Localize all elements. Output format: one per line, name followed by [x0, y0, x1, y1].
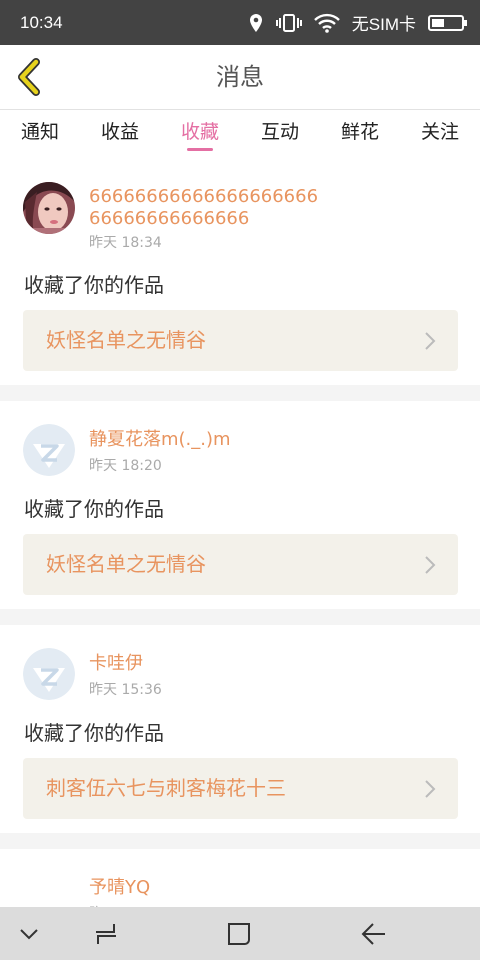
battery-icon	[428, 14, 468, 32]
page-title: 消息	[216, 63, 264, 91]
recent-apps-icon	[96, 923, 116, 944]
chevron-right-icon	[425, 780, 436, 798]
back-nav-icon	[361, 922, 385, 945]
tab-follows[interactable]: 关注	[400, 110, 480, 166]
tab-flowers[interactable]: 鲜花	[320, 110, 400, 166]
timestamp: 昨天 18:34	[89, 235, 162, 251]
tab-favorites[interactable]: 收藏	[160, 110, 240, 166]
status-bar: 10:34 无SIM卡	[0, 0, 480, 45]
action-text: 收藏了你的作品	[24, 497, 164, 521]
avatar[interactable]	[23, 648, 75, 700]
list-item: 卡哇伊 昨天 15:36 收藏了你的作品 刺客伍六七与刺客梅花十三	[0, 625, 480, 833]
tab-label: 互动	[260, 121, 299, 143]
tab-label: 鲜花	[340, 121, 379, 143]
default-avatar-icon	[23, 424, 75, 476]
timestamp: 昨天 18:20	[89, 458, 162, 474]
user-name[interactable]: 6666666666666666666666666666666666	[89, 186, 329, 230]
work-link[interactable]: 刺客伍六七与刺客梅花十三	[23, 758, 458, 819]
timestamp: 昨天 15:36	[89, 682, 162, 698]
tab-label: 关注	[420, 121, 459, 143]
home-button[interactable]	[214, 907, 264, 960]
screen: 10:34 无SIM卡 消息 通知 收益 收藏 互动 鲜花 关注 6666666…	[0, 0, 480, 960]
list-item: 6666666666666666666666666666666666 昨天 18…	[0, 166, 480, 385]
status-icons: 无SIM卡	[248, 10, 468, 35]
user-photo-avatar	[23, 182, 75, 234]
recent-apps-button[interactable]	[81, 907, 131, 960]
tab-label: 收藏	[180, 121, 219, 143]
tab-label: 通知	[20, 121, 59, 143]
vibrate-icon	[275, 13, 302, 33]
tab-notifications[interactable]: 通知	[0, 110, 80, 166]
work-title: 妖怪名单之无情谷	[46, 552, 206, 576]
list-item: 静夏花落m(._.)m 昨天 18:20 收藏了你的作品 妖怪名单之无情谷	[0, 401, 480, 609]
home-icon	[228, 922, 250, 945]
avatar[interactable]	[23, 424, 75, 476]
back-nav-button[interactable]	[348, 907, 398, 960]
action-text: 收藏了你的作品	[24, 721, 164, 745]
tab-interactions[interactable]: 互动	[240, 110, 320, 166]
system-nav-bar	[0, 907, 480, 960]
work-title: 妖怪名单之无情谷	[46, 328, 206, 352]
work-link[interactable]: 妖怪名单之无情谷	[23, 310, 458, 371]
tab-earnings[interactable]: 收益	[80, 110, 160, 166]
location-icon	[248, 13, 264, 33]
chevron-right-icon	[425, 332, 436, 350]
avatar[interactable]	[23, 182, 75, 234]
tab-bar: 通知 收益 收藏 互动 鲜花 关注	[0, 110, 480, 166]
collapse-button[interactable]	[4, 907, 54, 960]
work-link[interactable]: 妖怪名单之无情谷	[23, 534, 458, 595]
user-name[interactable]: 予晴YQ	[89, 877, 329, 899]
active-tab-indicator	[187, 148, 213, 151]
wifi-icon	[313, 13, 340, 33]
status-time: 10:34	[20, 12, 63, 32]
user-name[interactable]: 卡哇伊	[89, 653, 329, 675]
sim-status: 无SIM卡	[351, 15, 416, 34]
tab-label: 收益	[100, 121, 139, 143]
default-avatar-icon	[23, 648, 75, 700]
work-title: 刺客伍六七与刺客梅花十三	[46, 776, 286, 800]
header: 消息	[0, 45, 480, 110]
action-text: 收藏了你的作品	[24, 273, 164, 297]
chevron-right-icon	[425, 556, 436, 574]
user-name[interactable]: 静夏花落m(._.)m	[89, 429, 329, 451]
chevron-down-icon	[20, 928, 38, 939]
